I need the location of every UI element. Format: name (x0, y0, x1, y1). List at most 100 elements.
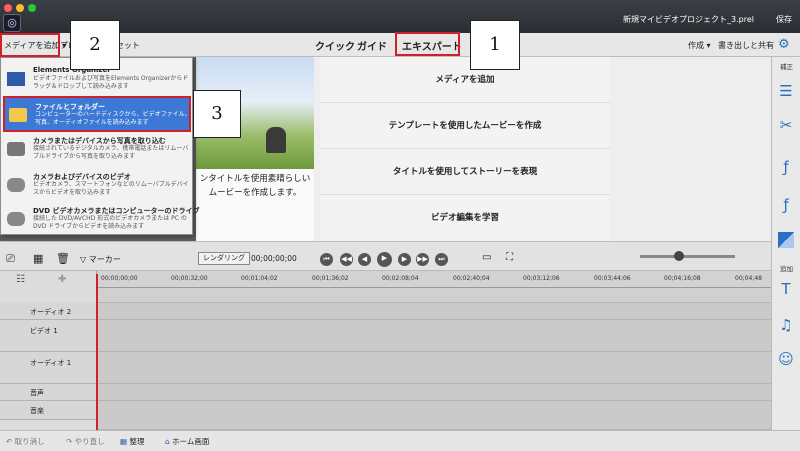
trash-icon[interactable]: 🗑 (56, 252, 70, 265)
adjust-sliders-icon[interactable]: ☰ (776, 81, 796, 101)
guide-learn-editing[interactable]: ビデオ編集を学習 (320, 195, 610, 241)
section-adjust-label: 補正 (780, 63, 793, 71)
track-label: ビデオ 1 (30, 327, 58, 335)
lane-narration[interactable] (97, 384, 771, 401)
guide-list: メディアを追加 テンプレートを使用したムービーを作成 タイトルを使用してストーリ… (320, 57, 610, 241)
ruler-tick: 00;02;08;04 (382, 275, 419, 282)
skip-forward-icon[interactable]: ⏭ (435, 253, 448, 266)
timeline-ruler[interactable]: 00;00;00;00 00;00;32;00 00;01;04;02 00;0… (97, 271, 771, 288)
menu-item-desc: ビデオファイルおよび写真をElements Organizerからドラッグ＆ドロ… (33, 75, 189, 90)
track-label: 音声 (30, 389, 44, 397)
ruler-tick: 00;02;40;04 (453, 275, 490, 282)
tab-guided[interactable]: ガイド (357, 38, 387, 53)
effects-icon[interactable]: ƒ (776, 157, 796, 177)
camera-icon[interactable]: ⎚ (6, 252, 15, 266)
create-label: 作成 (688, 41, 704, 50)
guide-template-movie[interactable]: テンプレートを使用したムービーを作成 (320, 103, 610, 149)
callout-2: 2 (70, 20, 120, 70)
fullscreen-icon[interactable]: ⛶ (506, 252, 513, 263)
home-screen-button[interactable]: ⌂ ホーム画面 (165, 436, 209, 447)
status-bar: ↶ 取り消し ↷ やり直し ▦ 整理 ⌂ ホーム画面 (0, 430, 800, 451)
right-panel: 補正 ☰ ✂ ƒ ƒ 追加 T ♫ ☺ (771, 57, 800, 430)
menu-item-desc: 接続されているデジタルカメラ、携帯電話またはリムーバブルドライブから写真を取り込… (33, 145, 189, 160)
title-T-icon[interactable]: T (776, 279, 796, 299)
lane-top[interactable] (97, 288, 771, 303)
fast-forward-icon[interactable]: ▶▶ (416, 253, 429, 266)
camera-icon (7, 142, 25, 156)
add-track-icon[interactable]: ✚ (58, 274, 66, 285)
music-note-icon[interactable]: ♫ (776, 315, 796, 335)
document-title: 新規マイビデオプロジェクト_3.prel (623, 15, 754, 24)
menu-item-camera-photos[interactable]: カメラまたはデバイスから写真を取り込む 接続されているデジタルカメラ、携帯電話ま… (3, 132, 191, 168)
minimize-window-button[interactable] (16, 4, 24, 12)
ruler-tick: 00;01;04;02 (241, 275, 278, 282)
ruler-tick: 00;00;00;00 (101, 275, 138, 282)
track-label: オーディオ 2 (30, 308, 72, 316)
skip-back-icon[interactable]: ⏮ (320, 253, 333, 266)
redo-button[interactable]: ↷ やり直し (66, 436, 105, 447)
undo-button[interactable]: ↶ 取り消し (6, 436, 45, 447)
menu-item-desc: コンピューターのハードディスクから、ビデオファイル、写真、オーディオファイルを読… (35, 111, 191, 126)
menu-item-desc: ビデオカメラ、スマートフォンなどのリムーバブルデバイスからビデオを取り込みます (33, 181, 189, 196)
timecode-display: 00;00;00;00 (251, 254, 297, 263)
zoom-window-button[interactable] (28, 4, 36, 12)
track-headers: ☷ ✚ オーディオ 2 ビデオ 1 オーディオ 1 音声 音楽 (0, 271, 97, 430)
lane-audio1[interactable] (97, 352, 771, 384)
redo-label: やり直し (74, 437, 105, 446)
add-media-menu: Elements Organizer ビデオファイルおよび写真をElements… (0, 57, 199, 238)
playhead[interactable] (96, 274, 98, 430)
save-button[interactable]: 保存 (776, 14, 792, 25)
track-settings-icon[interactable]: ☷ (16, 274, 25, 285)
create-button[interactable]: 作成 ▾ (688, 40, 711, 51)
lane-music[interactable] (97, 401, 771, 430)
marker-label: マーカー (88, 255, 121, 264)
ruler-tick: 00;04;48 (735, 275, 762, 282)
menu-item-files-folders[interactable]: ファイルとフォルダー コンピューターのハードディスクから、ビデオファイル、写真、… (3, 96, 191, 132)
menu-item-desc: 接続した DVD/AVCHD 形式のビデオカメラまたは PC の DVD ドライ… (33, 215, 187, 230)
lane-video1[interactable] (97, 320, 771, 352)
zoom-slider-thumb[interactable] (674, 251, 684, 261)
menu-item-device-video[interactable]: カメラおよびデバイスのビデオ ビデオカメラ、スマートフォンなどのリムーバブルデバ… (3, 168, 191, 204)
track-label: 音楽 (30, 407, 44, 415)
premiere-elements-icon: ◎ (3, 14, 21, 32)
track-label: オーディオ 1 (30, 359, 72, 367)
track-video1[interactable]: ビデオ 1 (0, 320, 97, 352)
gear-icon[interactable]: ⚙ (778, 37, 790, 52)
export-share-button[interactable]: 書き出しと共有 (718, 40, 774, 51)
step-back-icon[interactable]: ◀ (358, 253, 371, 266)
track-narration[interactable]: 音声 (0, 384, 97, 401)
tools-icon[interactable]: ✂ (776, 115, 796, 135)
track-audio1[interactable]: オーディオ 1 (0, 352, 97, 384)
track-audio2[interactable]: オーディオ 2 (0, 303, 97, 320)
track-music[interactable]: 音楽 (0, 401, 97, 420)
undo-label: 取り消し (14, 437, 45, 446)
grid-icon[interactable]: ▦ (33, 252, 43, 265)
play-icon[interactable]: ▶ (377, 252, 392, 267)
fx-icon[interactable]: ƒ (776, 195, 796, 215)
tab-quick[interactable]: クイック (315, 38, 355, 53)
cyclist-figure (266, 127, 286, 153)
monitor-icon[interactable]: ▭ (482, 252, 491, 263)
marker-button[interactable]: ▽ マーカー (80, 254, 121, 265)
video-camera-icon (7, 178, 25, 192)
section-add-label: 追加 (780, 265, 793, 273)
highlight-add-media (0, 33, 60, 57)
organize-label: 整理 (129, 437, 145, 446)
title-bar: ◎ 新規マイビデオプロジェクト_3.prel 保存 (0, 0, 800, 33)
rewind-icon[interactable]: ◀◀ (340, 253, 353, 266)
guide-add-media[interactable]: メディアを追加 (320, 57, 610, 103)
menu-item-dvd-drive[interactable]: DVD ビデオカメラまたはコンピューターのドライブ 接続した DVD/AVCHD… (3, 202, 199, 238)
home-icon: ⌂ (165, 437, 170, 446)
rendering-button[interactable]: レンダリング (198, 252, 250, 265)
timeline-toolbar: ⎚ ▦ 🗑 ▽ マーカー レンダリング 00;00;00;00 ⏮ ◀◀ ◀ ▶… (0, 241, 771, 271)
highlight-expert-tab (395, 32, 460, 56)
guide-titles[interactable]: タイトルを使用してストーリーを表現 (320, 149, 610, 195)
step-forward-icon[interactable]: ▶ (398, 253, 411, 266)
ruler-tick: 00;01;36;02 (312, 275, 349, 282)
organize-button[interactable]: ▦ 整理 (120, 436, 144, 447)
transition-icon[interactable] (778, 232, 794, 248)
smiley-icon[interactable]: ☺ (776, 349, 796, 369)
close-window-button[interactable] (4, 4, 12, 12)
lane-audio2[interactable] (97, 303, 771, 320)
zoom-slider[interactable] (640, 251, 735, 261)
